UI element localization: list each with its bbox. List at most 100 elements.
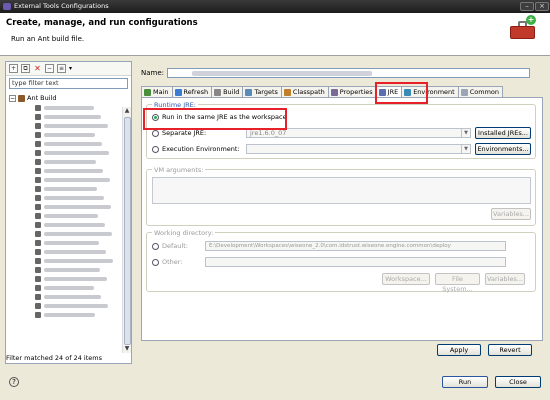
workspace-button[interactable]: Workspace... — [382, 273, 430, 285]
tab-label: Common — [469, 88, 499, 96]
tree-item[interactable] — [9, 175, 131, 184]
ant-file-icon — [35, 248, 41, 255]
workdir-variables-button[interactable]: Variables... — [485, 273, 525, 285]
tree-item[interactable] — [9, 220, 131, 229]
tree-item[interactable] — [9, 130, 131, 139]
dropdown-icon[interactable]: ▼ — [461, 129, 470, 137]
tree-item-label — [44, 168, 103, 173]
tree-item[interactable] — [9, 166, 131, 175]
properties-icon — [330, 88, 338, 96]
tree-item[interactable] — [9, 148, 131, 157]
tree-item-label — [44, 141, 102, 146]
name-input[interactable] — [167, 68, 531, 78]
tree-item[interactable] — [9, 301, 131, 310]
tree-item[interactable] — [9, 121, 131, 130]
scrollbar-thumb[interactable] — [124, 117, 131, 345]
tab-common[interactable]: Common — [457, 86, 503, 97]
other-dir-radio[interactable]: Other: — [152, 258, 183, 266]
tree-item[interactable] — [9, 184, 131, 193]
ant-file-icon — [35, 158, 41, 165]
execution-env-label: Execution Environment: — [162, 145, 240, 153]
tree-item[interactable] — [9, 193, 131, 202]
tree-item[interactable] — [9, 211, 131, 220]
revert-button[interactable]: Revert — [488, 344, 532, 356]
ant-file-icon — [35, 140, 41, 147]
run-button[interactable]: Run — [442, 376, 488, 388]
file-system-button[interactable]: File System... — [435, 273, 480, 293]
tree-item-label — [44, 204, 111, 209]
tab-classpath[interactable]: Classpath — [280, 86, 328, 97]
configurations-panel: + ⧉ ✕ − ≡ ▾ type filter text − Ant Build… — [5, 61, 132, 364]
tree-item[interactable] — [9, 310, 131, 319]
collapse-all-icon[interactable]: − — [45, 64, 54, 73]
minimize-button[interactable]: – — [520, 2, 534, 11]
tab-properties[interactable]: Properties — [327, 86, 376, 97]
tab-build[interactable]: Build — [211, 86, 243, 97]
scroll-up-icon[interactable]: ▲ — [123, 107, 131, 115]
filter-status: Filter matched 24 of 24 items — [6, 354, 102, 362]
duplicate-config-icon[interactable]: ⧉ — [21, 64, 30, 73]
tab-targets[interactable]: Targets — [242, 86, 281, 97]
close-button[interactable]: Close — [495, 376, 541, 388]
ant-file-icon — [35, 266, 41, 273]
default-dir-radio[interactable]: Default: — [152, 242, 188, 250]
app-icon — [3, 3, 11, 10]
filter-icon[interactable]: ≡ — [57, 64, 66, 73]
other-dir-label: Other: — [162, 258, 183, 266]
tree-item[interactable] — [9, 238, 131, 247]
radio-icon — [152, 258, 159, 266]
tree-item-label — [44, 114, 101, 119]
ant-file-icon — [35, 230, 41, 237]
delete-config-icon[interactable]: ✕ — [33, 64, 42, 73]
radio-icon — [152, 129, 159, 137]
help-icon[interactable]: ? — [9, 377, 19, 387]
tree-item[interactable] — [9, 157, 131, 166]
tree-scrollbar[interactable]: ▲ ▼ — [122, 107, 131, 353]
tree-item[interactable] — [9, 139, 131, 148]
name-label: Name: — [141, 69, 165, 77]
ant-file-icon — [35, 194, 41, 201]
scroll-down-icon[interactable]: ▼ — [123, 345, 131, 353]
environments-button[interactable]: Environments... — [475, 143, 531, 155]
tree-root-label: Ant Build — [27, 94, 57, 102]
tree-item[interactable] — [9, 112, 131, 121]
separate-jre-radio[interactable]: Separate JRE: — [152, 129, 206, 137]
close-window-button[interactable]: × — [535, 2, 549, 11]
tree-item[interactable] — [9, 256, 131, 265]
new-config-icon[interactable]: + — [9, 64, 18, 73]
tree-item[interactable] — [9, 265, 131, 274]
other-dir-field[interactable] — [205, 257, 506, 267]
tree-item[interactable] — [9, 103, 131, 112]
tree-item-label — [44, 312, 95, 317]
collapse-icon[interactable]: − — [9, 95, 16, 102]
tree-item-label — [44, 249, 106, 254]
tree-item[interactable] — [9, 274, 131, 283]
configurations-tree: − Ant Build — [6, 91, 131, 328]
execution-env-select[interactable]: ▼ — [246, 144, 471, 154]
main-icon — [144, 88, 151, 96]
dialog-header: Create, manage, and run configurations R… — [0, 13, 550, 56]
tree-item[interactable] — [9, 292, 131, 301]
tab-main[interactable]: Main — [141, 86, 172, 97]
tree-root-ant-build[interactable]: − Ant Build — [9, 94, 131, 103]
vm-arguments-textarea[interactable] — [152, 177, 531, 204]
default-dir-label: Default: — [162, 242, 188, 250]
same-jre-highlight — [143, 108, 287, 130]
installed-jres-button[interactable]: Installed JREs... — [475, 127, 531, 139]
vm-variables-button[interactable]: Variables... — [491, 208, 531, 220]
default-dir-field: E:\Development\Workspaces\wiseone_2.0\co… — [205, 241, 506, 251]
tab-refresh[interactable]: Refresh — [171, 86, 212, 97]
tree-item-label — [44, 222, 105, 227]
tree-item[interactable] — [9, 229, 131, 238]
tree-item-label — [44, 231, 112, 236]
tree-item[interactable] — [9, 283, 131, 292]
execution-env-radio[interactable]: Execution Environment: — [152, 145, 240, 153]
ant-file-icon — [35, 275, 41, 282]
chevron-down-icon[interactable]: ▾ — [69, 64, 72, 73]
tree-item[interactable] — [9, 202, 131, 211]
dropdown-icon[interactable]: ▼ — [461, 145, 470, 153]
tree-item[interactable] — [9, 247, 131, 256]
filter-input[interactable]: type filter text — [9, 78, 128, 89]
apply-button[interactable]: Apply — [437, 344, 481, 356]
tree-item-label — [44, 213, 98, 218]
